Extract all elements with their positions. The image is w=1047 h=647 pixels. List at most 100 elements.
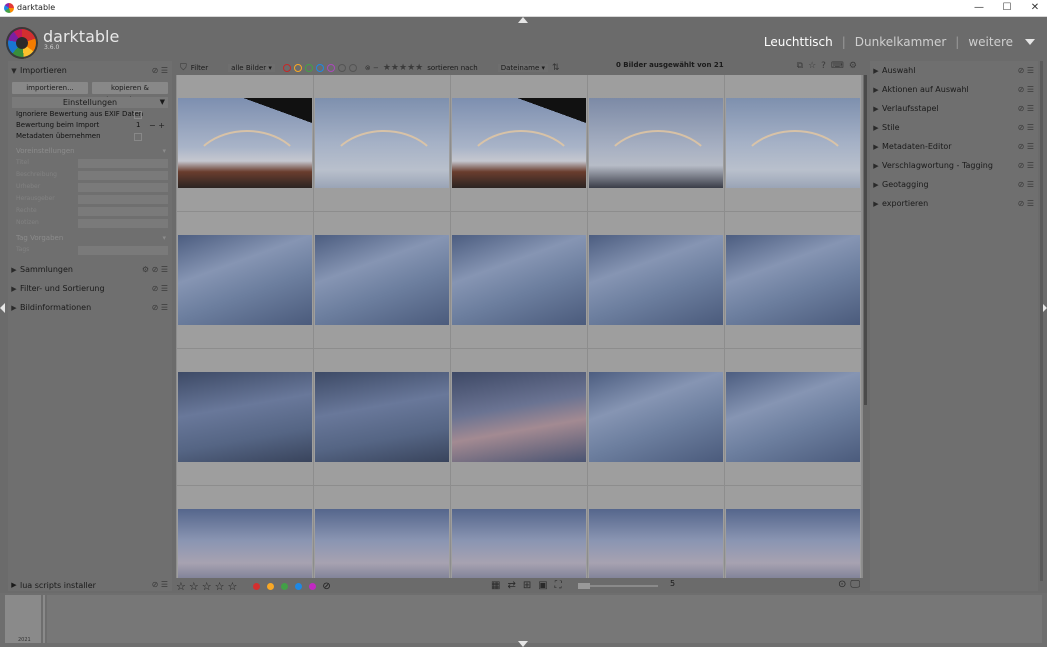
module-reset-presets-icons[interactable]: ⊘ ☰ <box>1018 199 1034 208</box>
right-module-header[interactable]: ▶ exportieren ⊘ ☰ <box>870 194 1038 213</box>
rating-stars[interactable]: ☆☆☆☆☆ <box>176 580 240 593</box>
rating-filter-stars[interactable]: ★★★★★ <box>383 63 423 73</box>
module-collections-header[interactable]: ▶ Sammlungen ⚙ ⊘ ☰ <box>8 260 172 279</box>
layout-mode-icons[interactable]: ▦⇄⊞▣⛶ <box>491 580 569 591</box>
color-filter-green[interactable] <box>304 63 313 72</box>
thumbnail-image[interactable] <box>589 98 723 188</box>
view-lighttable[interactable]: Leuchttisch <box>764 35 833 49</box>
thumbnail-image[interactable] <box>315 235 449 325</box>
module-reset-presets-icons[interactable]: ⊘ ☰ <box>152 66 168 75</box>
thumbnail-cell[interactable] <box>313 485 451 578</box>
color-filter-yellow[interactable] <box>293 63 302 72</box>
checkbox[interactable] <box>134 111 142 119</box>
zoom-slider-knob[interactable] <box>578 583 590 589</box>
thumbnail-cell[interactable] <box>450 485 588 578</box>
thumbnail-cell[interactable] <box>176 211 314 350</box>
thumbnail-cell[interactable] <box>724 348 862 487</box>
module-reset-presets-icons[interactable]: ⊘ ☰ <box>152 284 168 293</box>
color-filter-blue[interactable] <box>315 63 324 72</box>
thumbnail-cell[interactable] <box>176 75 314 213</box>
thumbnail-image[interactable] <box>178 372 312 462</box>
right-module-header[interactable]: ▶ Geotagging ⊘ ☰ <box>870 175 1038 194</box>
right-module-header[interactable]: ▶ Stile ⊘ ☰ <box>870 118 1038 137</box>
color-filter-red[interactable] <box>282 63 291 72</box>
zoom-value[interactable]: 5 <box>670 579 675 588</box>
color-filter-none[interactable] <box>337 63 346 72</box>
thumbnail-image[interactable] <box>178 98 312 188</box>
right-module-header[interactable]: ▶ Aktionen auf Auswahl ⊘ ☰ <box>870 80 1038 99</box>
thumbnail-image[interactable] <box>726 509 860 578</box>
module-lua-scripts-header[interactable]: ▶ lua scripts installer ⊘ ☰ <box>8 578 172 592</box>
thumbnail-cell[interactable] <box>313 75 451 213</box>
color-label-dot[interactable] <box>253 582 261 590</box>
rating-value[interactable]: 1 <box>136 120 140 131</box>
thumbnail-cell[interactable] <box>176 485 314 578</box>
module-filter-sort-header[interactable]: ▶ Filter- und Sortierung ⊘ ☰ <box>8 279 172 298</box>
right-module-header[interactable]: ▶ Metadaten-Editor ⊘ ☰ <box>870 137 1038 156</box>
collapse-bottom-panel-arrow-icon[interactable] <box>518 641 528 647</box>
ignore-exif-option[interactable]: Ignoriere Bewertung aus EXIF Daten <box>8 109 172 120</box>
zoom-slider[interactable] <box>578 585 658 587</box>
thumbnail-image[interactable] <box>726 235 860 325</box>
filter-dropdown[interactable]: alle Bilder ▾ <box>228 63 275 72</box>
module-reset-presets-icons[interactable]: ⊘ ☰ <box>1018 66 1034 75</box>
thumbnail-cell[interactable] <box>450 348 588 487</box>
module-reset-presets-icons[interactable]: ⚙ ⊘ ☰ <box>142 265 168 274</box>
view-darkroom[interactable]: Dunkelkammer <box>855 35 946 49</box>
thumbnail-cell[interactable] <box>313 211 451 350</box>
module-reset-presets-icons[interactable]: ⊘ ☰ <box>1018 85 1034 94</box>
color-filter-purple[interactable] <box>326 63 335 72</box>
module-reset-presets-icons[interactable]: ⊘ ☰ <box>1018 180 1034 189</box>
close-button[interactable]: ✕ <box>1021 1 1047 15</box>
color-label-dot[interactable] <box>295 582 303 590</box>
filmstrip-thumbnail[interactable] <box>5 595 41 643</box>
collapse-left-panel-arrow-icon[interactable] <box>0 303 5 313</box>
thumbnail-cell[interactable] <box>587 211 725 350</box>
module-reset-presets-icons[interactable]: ⊘ ☰ <box>1018 123 1034 132</box>
color-label-dot[interactable] <box>309 582 317 590</box>
module-reset-presets-icons[interactable]: ⊘ ☰ <box>152 580 168 589</box>
view-more[interactable]: weitere <box>968 35 1013 49</box>
sort-dropdown[interactable]: Dateiname ▾ <box>497 63 548 72</box>
import-button[interactable]: importieren... <box>12 82 88 94</box>
thumbnail-image[interactable] <box>178 509 312 578</box>
module-reset-presets-icons[interactable]: ⊘ ☰ <box>152 303 168 312</box>
thumbnail-image[interactable] <box>726 98 860 188</box>
thumbnail-image[interactable] <box>452 372 586 462</box>
color-label-dot[interactable] <box>281 582 289 590</box>
checkbox[interactable] <box>134 133 142 141</box>
thumbnail-cell[interactable] <box>587 348 725 487</box>
thumbnail-image[interactable] <box>452 509 586 578</box>
sort-order-icon[interactable]: ⇅ <box>552 63 560 73</box>
thumbnail-image[interactable] <box>178 235 312 325</box>
thumbnail-image[interactable] <box>452 235 586 325</box>
color-label-dot[interactable] <box>267 582 275 590</box>
module-import-header[interactable]: ▼ Importieren ⊘ ☰ <box>8 61 172 80</box>
thumbnail-image[interactable] <box>315 509 449 578</box>
right-module-header[interactable]: ▶ Verschlagwortung - Tagging ⊘ ☰ <box>870 156 1038 175</box>
thumbnail-image[interactable] <box>315 372 449 462</box>
toolbar-right-icons[interactable]: ⧉☆?⌨⚙ <box>797 61 862 71</box>
thumbnail-cell[interactable] <box>450 211 588 350</box>
import-rating-option[interactable]: Bewertung beim Import 1 − + <box>8 120 172 131</box>
views-dropdown-icon[interactable] <box>1025 39 1035 45</box>
thumbnail-cell[interactable] <box>450 75 588 213</box>
apply-metadata-option[interactable]: Metadaten übernehmen <box>8 131 172 142</box>
import-settings-header[interactable]: Einstellungen ▼ <box>12 97 168 108</box>
collapse-top-panel-arrow-icon[interactable] <box>518 17 528 23</box>
thumbnail-image[interactable] <box>726 372 860 462</box>
rejected-icon[interactable]: ⊗ − <box>365 64 379 72</box>
thumbnail-cell[interactable] <box>724 75 862 213</box>
thumbnail-image[interactable] <box>589 235 723 325</box>
filmstrip-area[interactable] <box>47 595 1042 643</box>
right-module-header[interactable]: ▶ Auswahl ⊘ ☰ <box>870 61 1038 80</box>
module-image-info-header[interactable]: ▶ Bildinformationen ⊘ ☰ <box>8 298 172 317</box>
thumbnail-cell[interactable] <box>587 485 725 578</box>
right-module-header[interactable]: ▶ Verlaufsstapel ⊘ ☰ <box>870 99 1038 118</box>
filmstrip-thumbnail[interactable] <box>43 595 45 643</box>
thumbnail-cell[interactable] <box>176 348 314 487</box>
rating-stepper-icon[interactable]: − + <box>149 120 165 131</box>
minimize-button[interactable]: — <box>965 1 993 15</box>
thumbnail-cell[interactable] <box>313 348 451 487</box>
thumbnail-cell[interactable] <box>587 75 725 213</box>
